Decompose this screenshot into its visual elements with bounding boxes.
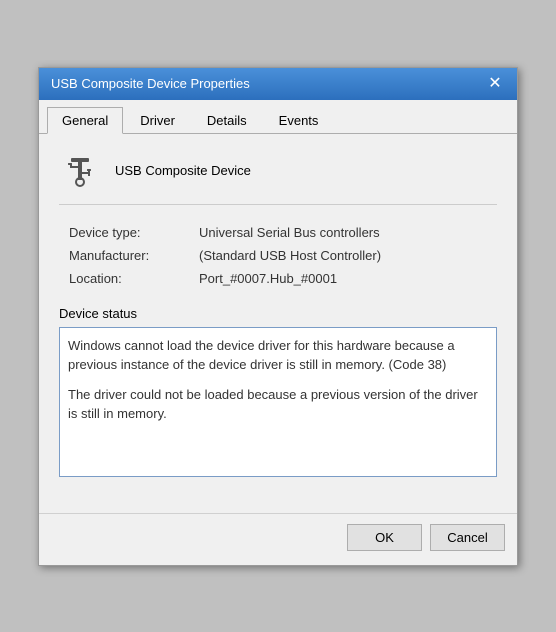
- title-bar: USB Composite Device Properties ✕: [39, 68, 517, 100]
- tabs-bar: General Driver Details Events: [39, 100, 517, 134]
- usb-icon: [61, 152, 99, 190]
- tab-content: USB Composite Device Device type: Univer…: [39, 134, 517, 513]
- status-message-2: The driver could not be loaded because a…: [68, 385, 488, 424]
- tab-driver[interactable]: Driver: [125, 107, 190, 134]
- window-title: USB Composite Device Properties: [51, 76, 250, 91]
- close-button[interactable]: ✕: [485, 74, 505, 94]
- dialog-window: USB Composite Device Properties ✕ Genera…: [38, 67, 518, 566]
- device-name: USB Composite Device: [115, 163, 251, 178]
- status-message-1: Windows cannot load the device driver fo…: [68, 336, 488, 375]
- device-status-section: Device status Windows cannot load the de…: [59, 306, 497, 477]
- prop-label-location: Location:: [69, 271, 199, 286]
- device-icon-container: [59, 150, 101, 192]
- properties-grid: Device type: Universal Serial Bus contro…: [59, 225, 497, 286]
- device-status-label: Device status: [59, 306, 497, 321]
- device-header: USB Composite Device: [59, 150, 497, 205]
- tab-details[interactable]: Details: [192, 107, 262, 134]
- prop-value-manufacturer: (Standard USB Host Controller): [199, 248, 497, 263]
- cancel-button[interactable]: Cancel: [430, 524, 505, 551]
- tab-general[interactable]: General: [47, 107, 123, 134]
- buttons-row: OK Cancel: [39, 513, 517, 565]
- prop-value-location: Port_#0007.Hub_#0001: [199, 271, 497, 286]
- prop-label-manufacturer: Manufacturer:: [69, 248, 199, 263]
- tab-events[interactable]: Events: [264, 107, 334, 134]
- ok-button[interactable]: OK: [347, 524, 422, 551]
- prop-label-type: Device type:: [69, 225, 199, 240]
- prop-value-type: Universal Serial Bus controllers: [199, 225, 497, 240]
- device-status-box[interactable]: Windows cannot load the device driver fo…: [59, 327, 497, 477]
